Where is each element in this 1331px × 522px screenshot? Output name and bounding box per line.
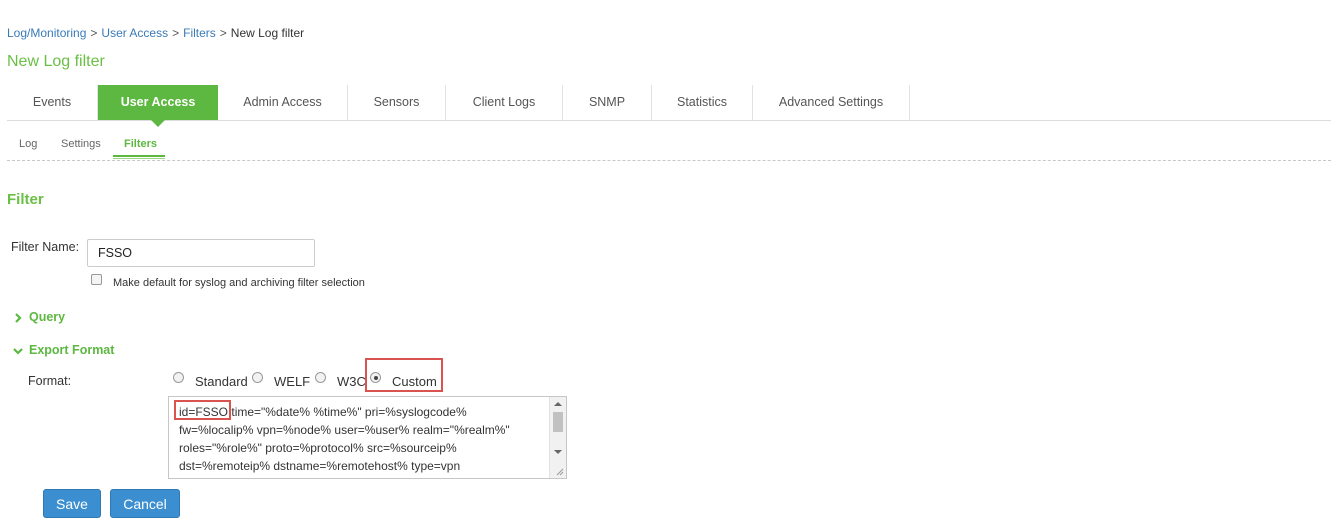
chevron-down-icon — [13, 347, 23, 355]
breadcrumb-separator: > — [219, 26, 227, 40]
save-button[interactable]: Save — [43, 489, 101, 518]
radio-custom-label: Custom — [392, 374, 437, 389]
breadcrumb-log-monitoring[interactable]: Log/Monitoring — [7, 26, 86, 40]
radio-welf-label: WELF — [274, 374, 311, 389]
tab-advanced-settings[interactable]: Advanced Settings — [753, 85, 910, 120]
export-format-toggle[interactable]: Export Format — [13, 343, 114, 357]
custom-format-text: id=FSSO time="%date% %time%" pri=%syslog… — [179, 403, 551, 478]
subtab-active-indicator — [113, 155, 165, 159]
breadcrumb-filters[interactable]: Filters — [183, 26, 216, 40]
breadcrumb-user-access[interactable]: User Access — [101, 26, 168, 40]
breadcrumb-current: New Log filter — [230, 26, 305, 40]
tab-statistics[interactable]: Statistics — [652, 85, 753, 120]
section-title: Filter — [7, 191, 44, 208]
radio-standard-label: Standard — [195, 374, 248, 389]
tab-sensors[interactable]: Sensors — [348, 85, 446, 120]
sub-tabs: Log Settings Filters — [7, 130, 1331, 161]
breadcrumb-separator: > — [90, 26, 98, 40]
scroll-down-icon[interactable] — [554, 450, 562, 454]
tab-snmp[interactable]: SNMP — [563, 85, 652, 120]
subtab-settings[interactable]: Settings — [61, 138, 101, 150]
subtab-filters[interactable]: Filters — [124, 138, 157, 150]
make-default-checkbox[interactable] — [91, 274, 102, 285]
textarea-scrollbar[interactable] — [549, 397, 566, 478]
radio-w3c[interactable] — [315, 372, 326, 383]
subtab-log[interactable]: Log — [19, 138, 37, 150]
resize-handle-icon[interactable] — [556, 468, 564, 476]
tab-user-access[interactable]: User Access — [98, 85, 218, 127]
main-tabs: Events User Access Admin Access Sensors … — [7, 85, 1331, 127]
scroll-up-icon[interactable] — [554, 402, 562, 406]
filter-name-input[interactable]: FSSO — [87, 239, 315, 267]
chevron-right-icon — [15, 312, 22, 323]
cancel-button[interactable]: Cancel — [110, 489, 180, 518]
tab-client-logs[interactable]: Client Logs — [446, 85, 563, 120]
radio-welf[interactable] — [252, 372, 263, 383]
query-toggle[interactable]: Query — [13, 310, 65, 324]
breadcrumb: Log/Monitoring > User Access > Filters > New L… — [7, 26, 304, 40]
query-label: Query — [29, 310, 66, 324]
page-title: New Log filter — [7, 53, 105, 70]
radio-standard[interactable] — [173, 372, 184, 383]
export-format-label: Export Format — [29, 343, 115, 357]
filter-name-label: Filter Name: — [11, 240, 80, 254]
radio-w3c-label: W3C — [337, 374, 366, 389]
format-label: Format: — [28, 374, 72, 388]
radio-custom[interactable] — [370, 372, 381, 383]
tab-events[interactable]: Events — [7, 85, 98, 120]
scroll-thumb[interactable] — [553, 412, 563, 432]
make-default-label: Make default for syslog and archiving fi… — [113, 277, 365, 289]
breadcrumb-separator: > — [172, 26, 180, 40]
prefix-highlight-box — [174, 400, 231, 420]
tab-admin-access[interactable]: Admin Access — [218, 85, 348, 120]
